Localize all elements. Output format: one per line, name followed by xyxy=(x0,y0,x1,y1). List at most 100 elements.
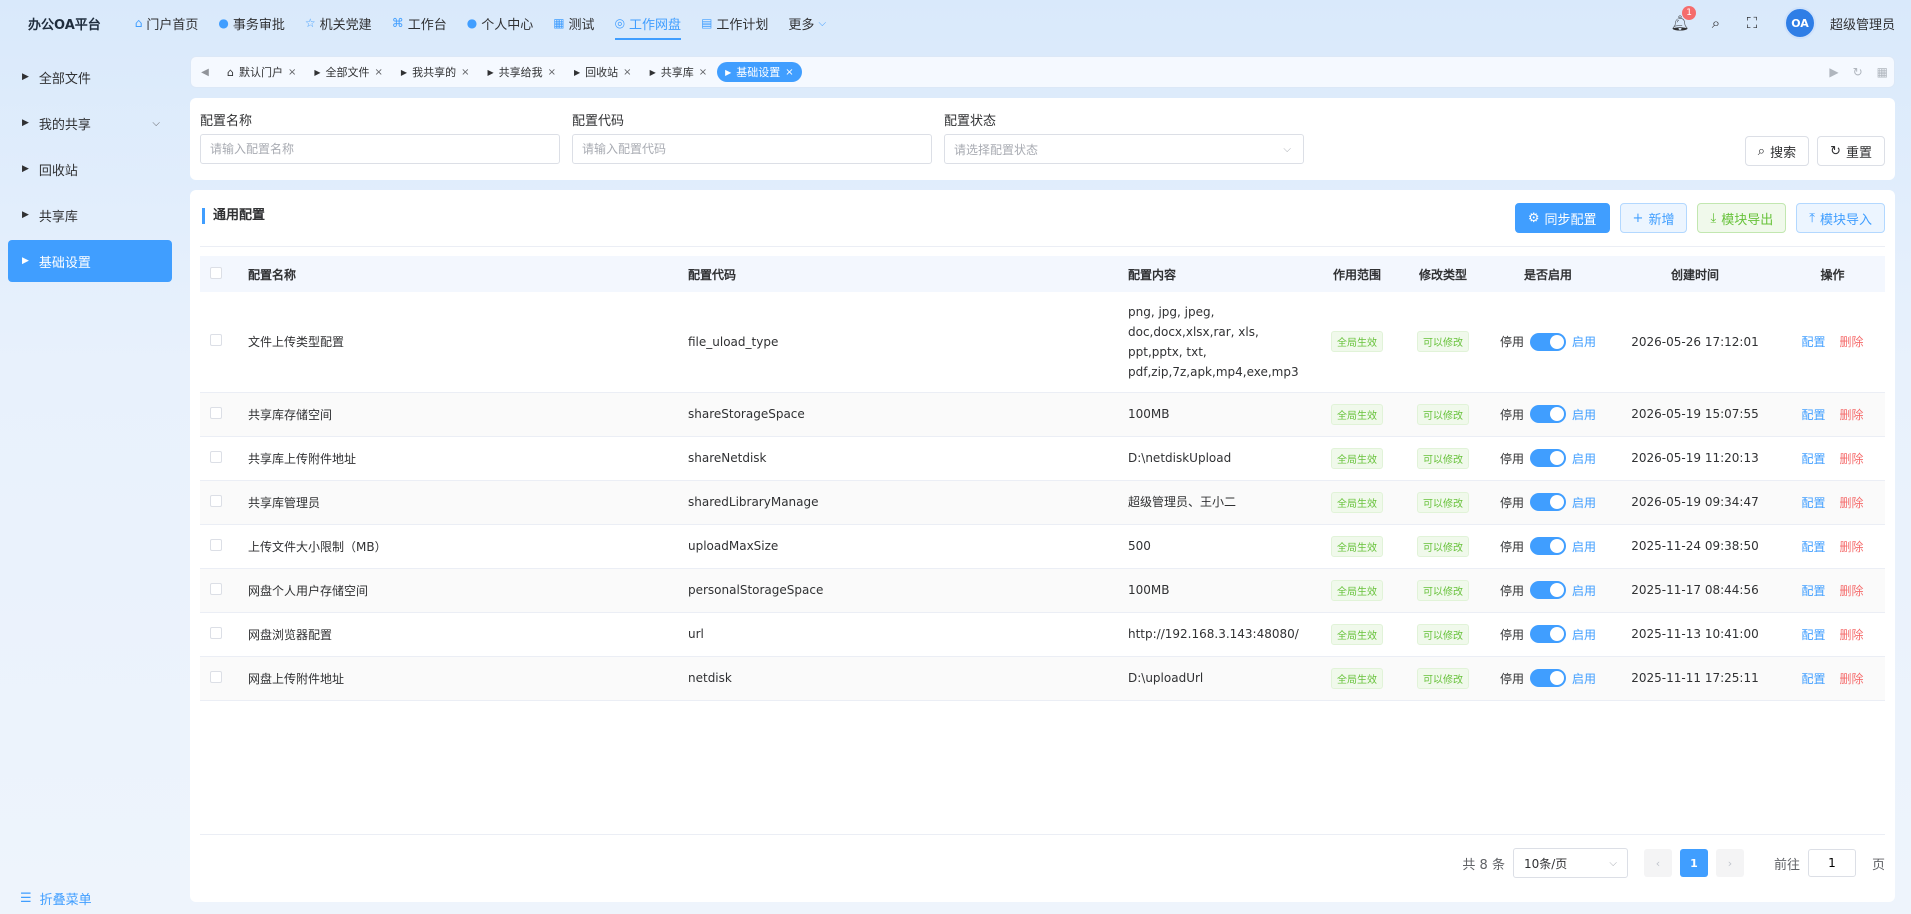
enable-switch-group: 停用 启用 xyxy=(1486,669,1610,687)
enable-switch-group: 停用 启用 xyxy=(1486,581,1610,599)
goto-page-input[interactable] xyxy=(1807,849,1856,877)
row-checkbox[interactable] xyxy=(210,450,222,463)
enable-switch[interactable] xyxy=(1530,581,1566,599)
close-icon[interactable]: × xyxy=(288,67,296,78)
nav-item[interactable]: ⌘ 工作台 xyxy=(382,0,457,46)
tab[interactable]: ⌂ 默认门户 × xyxy=(219,62,304,82)
enable-switch[interactable] xyxy=(1530,625,1566,643)
nav-item[interactable]: ● 事务审批 xyxy=(208,0,295,46)
row-checkbox[interactable] xyxy=(210,538,222,551)
tab[interactable]: ▶ 我共享的 × xyxy=(393,62,478,82)
config-link[interactable]: 配置 xyxy=(1801,540,1825,554)
enable-switch[interactable] xyxy=(1530,332,1566,351)
fullscreen-icon[interactable]: ⛶ xyxy=(1734,14,1770,32)
page-size-select[interactable]: 10条/页 ⌵ xyxy=(1512,848,1628,878)
row-checkbox[interactable] xyxy=(210,582,222,595)
sidebar-item[interactable]: ▶ 我的共享 ⌵ xyxy=(8,102,172,144)
tab[interactable]: ▶ 基础设置 × xyxy=(717,62,802,82)
nav-item[interactable]: ● 个人中心 xyxy=(457,0,544,46)
sidebar-item[interactable]: ▶ 回收站 xyxy=(8,148,172,190)
sidebar-item[interactable]: ▶ 基础设置 xyxy=(8,240,172,282)
grid-icon[interactable]: ▦ xyxy=(1877,65,1888,79)
delete-link[interactable]: 删除 xyxy=(1840,496,1864,510)
nav-item[interactable]: ☆ 机关党建 xyxy=(295,0,382,46)
delete-link[interactable]: 删除 xyxy=(1840,628,1864,642)
nav-item-label: 测试 xyxy=(568,17,595,33)
config-link[interactable]: 配置 xyxy=(1801,584,1825,598)
nav-more[interactable]: 更多 ⌵ xyxy=(778,0,836,46)
tab-label: 基础设置 xyxy=(736,66,781,79)
sync-config-button[interactable]: ⚙ 同步配置 xyxy=(1514,203,1610,233)
delete-link[interactable]: 删除 xyxy=(1840,584,1864,598)
bell-icon[interactable]: 🔔︎ 1 xyxy=(1662,6,1698,32)
grid-icon: ▦ xyxy=(553,16,565,30)
enable-switch[interactable] xyxy=(1530,405,1566,423)
avatar[interactable]: OA xyxy=(1783,7,1816,39)
enable-switch[interactable] xyxy=(1530,493,1566,511)
next-page-button[interactable]: › xyxy=(1715,849,1744,877)
switch-on-label: 启用 xyxy=(1572,583,1597,598)
export-button[interactable]: ⤓ 模块导出 xyxy=(1697,203,1787,233)
status-placeholder: 请选择配置状态 xyxy=(954,142,1039,157)
close-icon[interactable]: × xyxy=(699,67,707,78)
row-checkbox[interactable] xyxy=(210,670,222,683)
tab-scroll-right-icon[interactable]: ▶ xyxy=(1829,65,1838,79)
chevron-down-icon: ⌵ xyxy=(152,117,160,129)
tab[interactable]: ▶ 全部文件 × xyxy=(306,62,391,82)
tab-scroll-left-icon[interactable]: ◀ xyxy=(191,67,219,78)
row-checkbox[interactable] xyxy=(210,626,222,639)
search-icon[interactable]: ⌕ xyxy=(1698,14,1734,32)
nav-item[interactable]: ▦ 测试 xyxy=(543,0,604,46)
config-code: url xyxy=(688,612,1128,657)
config-link[interactable]: 配置 xyxy=(1801,496,1825,510)
import-button[interactable]: ⤒ 模块导入 xyxy=(1796,203,1885,233)
config-link[interactable]: 配置 xyxy=(1801,452,1825,466)
reset-button[interactable]: ↻ 重置 xyxy=(1817,136,1885,166)
reset-button-label: 重置 xyxy=(1845,145,1872,161)
delete-link[interactable]: 删除 xyxy=(1840,408,1864,422)
close-icon[interactable]: × xyxy=(623,67,631,78)
nav-item[interactable]: ▤ 工作计划 xyxy=(691,0,778,46)
prev-page-button[interactable]: ‹ xyxy=(1643,849,1672,877)
row-checkbox[interactable] xyxy=(210,334,222,347)
config-code-input[interactable] xyxy=(572,134,932,164)
delete-link[interactable]: 删除 xyxy=(1840,540,1864,554)
delete-link[interactable]: 删除 xyxy=(1840,452,1864,466)
tab[interactable]: ▶ 共享给我 × xyxy=(479,62,564,82)
delete-link[interactable]: 删除 xyxy=(1840,335,1864,349)
delete-link[interactable]: 删除 xyxy=(1840,672,1864,686)
tab[interactable]: ▶ 回收站 × xyxy=(566,62,640,82)
config-link[interactable]: 配置 xyxy=(1801,408,1825,422)
config-status-select[interactable]: 请选择配置状态 ⌵ xyxy=(944,134,1304,164)
divider xyxy=(200,834,1885,835)
username[interactable]: 超级管理员 xyxy=(1830,14,1895,33)
enable-switch[interactable] xyxy=(1530,669,1566,687)
close-icon[interactable]: × xyxy=(375,67,383,78)
add-button[interactable]: + 新增 xyxy=(1619,203,1688,233)
page-number[interactable]: 1 xyxy=(1679,849,1708,877)
row-checkbox[interactable] xyxy=(210,494,222,507)
enable-switch[interactable] xyxy=(1530,449,1566,467)
config-link[interactable]: 配置 xyxy=(1801,335,1825,349)
refresh-icon[interactable]: ↻ xyxy=(1853,65,1863,79)
col-header: 修改类型 xyxy=(1418,267,1467,282)
sidebar-item[interactable]: ▶ 共享库 xyxy=(8,194,172,236)
row-checkbox[interactable] xyxy=(210,406,222,419)
close-icon[interactable]: × xyxy=(785,67,793,78)
nav-item[interactable]: ⌂ 门户首页 xyxy=(125,0,209,46)
table-row: 共享库上传附件地址 shareNetdisk D:\netdiskUpload 全局生… xyxy=(200,436,1885,481)
config-link[interactable]: 配置 xyxy=(1801,628,1825,642)
config-name-input[interactable] xyxy=(200,134,560,164)
close-icon[interactable]: × xyxy=(548,67,556,78)
close-icon[interactable]: × xyxy=(461,67,469,78)
search-button[interactable]: ⌕ 搜索 xyxy=(1744,136,1810,166)
config-link[interactable]: 配置 xyxy=(1801,672,1825,686)
caret-right-icon: ▶ xyxy=(22,256,29,266)
nav-item[interactable]: ◎ 工作网盘 xyxy=(605,0,692,46)
enable-switch[interactable] xyxy=(1530,537,1566,555)
config-code: netdisk xyxy=(688,656,1128,701)
select-all-checkbox[interactable] xyxy=(210,266,222,279)
collapse-menu-button[interactable]: ☰ 折叠菜单 xyxy=(20,889,92,908)
sidebar-item[interactable]: ▶ 全部文件 xyxy=(8,56,172,98)
tab[interactable]: ▶ 共享库 × xyxy=(642,62,716,82)
